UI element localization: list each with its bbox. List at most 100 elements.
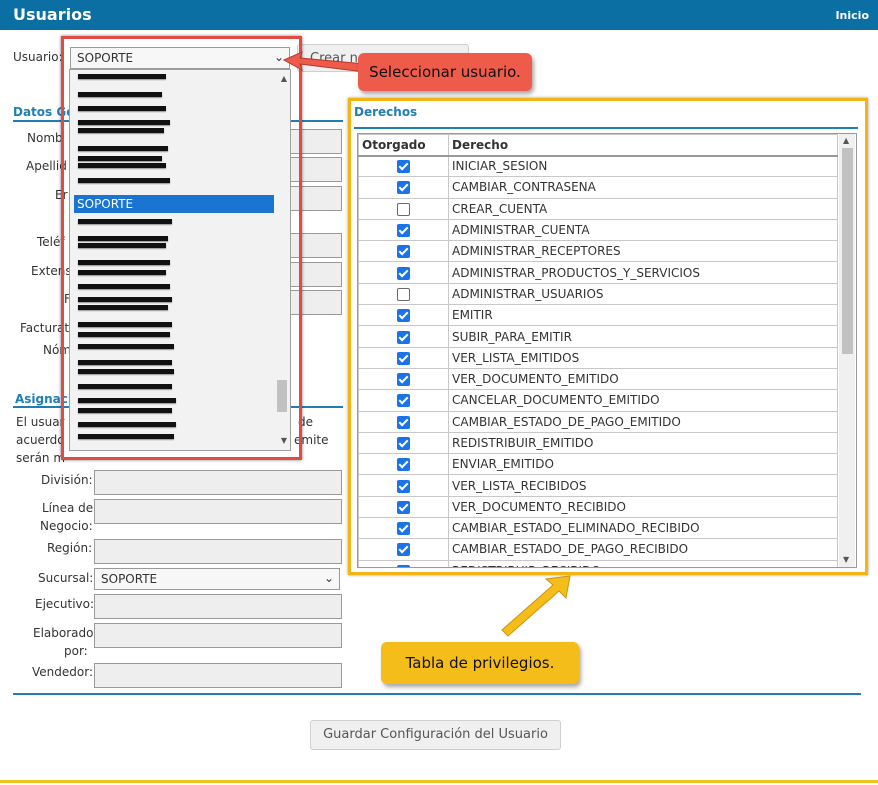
otorgado-checkbox[interactable] [397,458,410,472]
otorgado-checkbox[interactable] [397,500,410,514]
otorgado-checkbox[interactable] [397,351,410,365]
table-row: REDISTRIBUIR_RECIBIDO [358,559,838,567]
linea-label-2: Negocio: [40,519,93,533]
ejecutivo-label: Ejecutivo: [35,597,95,611]
otorgado-checkbox[interactable] [397,415,410,429]
vendedor-label: Vendedor: [32,665,93,679]
region-input[interactable] [94,539,342,564]
otorgado-checkbox[interactable] [397,224,410,238]
otorgado-checkbox[interactable] [397,245,410,259]
derecho-cell: CAMBIAR_ESTADO_ELIMINADO_RECIBIDO [448,517,838,540]
derecho-cell: ADMINISTRAR_PRODUCTOS_Y_SERVICIOS [448,261,838,284]
table-row: SUBIR_PARA_EMITIR [358,325,838,348]
sucursal-select-value: SOPORTE [101,572,158,586]
scroll-up-icon[interactable]: ▲ [843,136,849,145]
otorgado-checkbox[interactable] [397,287,410,301]
otorgado-checkbox[interactable] [397,309,410,323]
asignacion-desc-2: acuerdo [16,433,65,447]
top-header-bar: Usuarios Inicio [0,0,878,30]
header-otorgado: Otorgado [358,134,449,157]
derecho-cell: CAMBIAR_CONTRASENA [448,176,838,199]
otorgado-checkbox[interactable] [397,330,410,344]
elaborado-label-1: Elaborado [33,626,94,640]
table-scrollbar[interactable]: ▲ ▼ [839,134,855,567]
derecho-cell: ADMINISTRAR_USUARIOS [448,282,838,306]
otorgado-cell [358,389,449,412]
asignacion-desc-1: El usuar [16,415,65,429]
otorgado-cell [358,431,449,455]
table-row: CAMBIAR_ESTADO_ELIMINADO_RECIBIDO [358,517,838,540]
linea-negocio-input[interactable] [94,499,342,524]
home-link[interactable]: Inicio [835,9,869,22]
table-row: REDISTRIBUIR_EMITIDO [358,431,838,455]
table-row: CAMBIAR_CONTRASENA [358,176,838,199]
otorgado-checkbox[interactable] [397,160,410,174]
table-scrollbar-thumb[interactable] [842,148,853,354]
otorgado-checkbox[interactable] [397,543,410,557]
otorgado-checkbox[interactable] [397,394,410,408]
table-row: CAMBIAR_ESTADO_DE_PAGO_EMITIDO [358,410,838,433]
otorgado-cell [358,282,449,306]
page-title: Usuarios [13,5,92,24]
otorgado-checkbox[interactable] [397,266,410,280]
table-row: CANCELAR_DOCUMENTO_EMITIDO [358,389,838,412]
otorgado-cell [358,453,449,476]
table-row: VER_DOCUMENTO_RECIBIDO [358,495,838,519]
division-label: División: [41,473,93,487]
region-label: Región: [47,541,93,555]
ejecutivo-input[interactable] [94,594,342,619]
asignacion-desc-3: serán m [16,451,66,465]
scroll-down-icon[interactable]: ▼ [843,555,849,564]
table-row: VER_DOCUMENTO_EMITIDO [358,367,838,391]
table-row: ADMINISTRAR_RECEPTORES [358,240,838,263]
derecho-cell: CREAR_CUENTA [448,197,838,220]
otorgado-checkbox[interactable] [397,202,410,216]
derecho-cell: VER_LISTA_EMITIDOS [448,346,838,369]
otorgado-cell [358,346,449,369]
otorgado-checkbox[interactable] [397,181,410,195]
otorgado-cell [358,304,449,327]
derecho-cell: CAMBIAR_ESTADO_DE_PAGO_RECIBIDO [448,538,838,561]
vendedor-input[interactable] [94,663,342,688]
derecho-cell: CANCELAR_DOCUMENTO_EMITIDO [448,389,838,412]
sucursal-select[interactable]: SOPORTE ⌄ [94,568,340,590]
table-row: CREAR_CUENTA [358,197,838,220]
nombre-label: Nomb [27,131,63,145]
table-row: EMITIR [358,304,838,327]
footer-divider [13,693,861,695]
elaborado-input[interactable] [94,623,342,648]
derecho-cell: VER_DOCUMENTO_EMITIDO [448,367,838,391]
derecho-cell: REDISTRIBUIR_EMITIDO [448,431,838,455]
table-row: VER_LISTA_RECIBIDOS [358,474,838,497]
derecho-cell: REDISTRIBUIR_RECIBIDO [448,559,838,567]
otorgado-checkbox[interactable] [397,373,410,387]
linea-label-1: Línea de [42,501,94,515]
otorgado-checkbox[interactable] [397,522,410,536]
derechos-title: Derechos [354,105,418,119]
derecho-cell: ADMINISTRAR_RECEPTORES [448,240,838,263]
chevron-down-icon: ⌄ [323,571,334,585]
table-row: ENVIAR_EMITIDO [358,453,838,476]
derecho-cell: VER_DOCUMENTO_RECIBIDO [448,495,838,519]
otorgado-cell [358,261,449,284]
otorgado-cell [358,240,449,263]
otorgado-cell [358,474,449,497]
otorgado-checkbox[interactable] [397,479,410,493]
otorgado-cell [358,410,449,433]
otorgado-cell [358,325,449,348]
privileges-table-callout: Tabla de privilegios. [381,642,579,684]
otorgado-checkbox[interactable] [397,437,410,450]
bottom-accent-line [0,780,878,783]
otorgado-cell [358,538,449,561]
yellow-arrow-icon [501,575,571,637]
derecho-cell: INICIAR_SESION [448,154,838,178]
table-row: ADMINISTRAR_CUENTA [358,218,838,242]
section-divider [354,127,858,129]
otorgado-checkbox[interactable] [397,564,410,567]
table-row: VER_LISTA_EMITIDOS [358,346,838,369]
division-input[interactable] [94,470,342,495]
highlight-user-select [61,36,302,460]
otorgado-cell [358,176,449,199]
otorgado-cell [358,197,449,220]
save-user-config-button[interactable]: Guardar Configuración del Usuario [310,720,561,750]
